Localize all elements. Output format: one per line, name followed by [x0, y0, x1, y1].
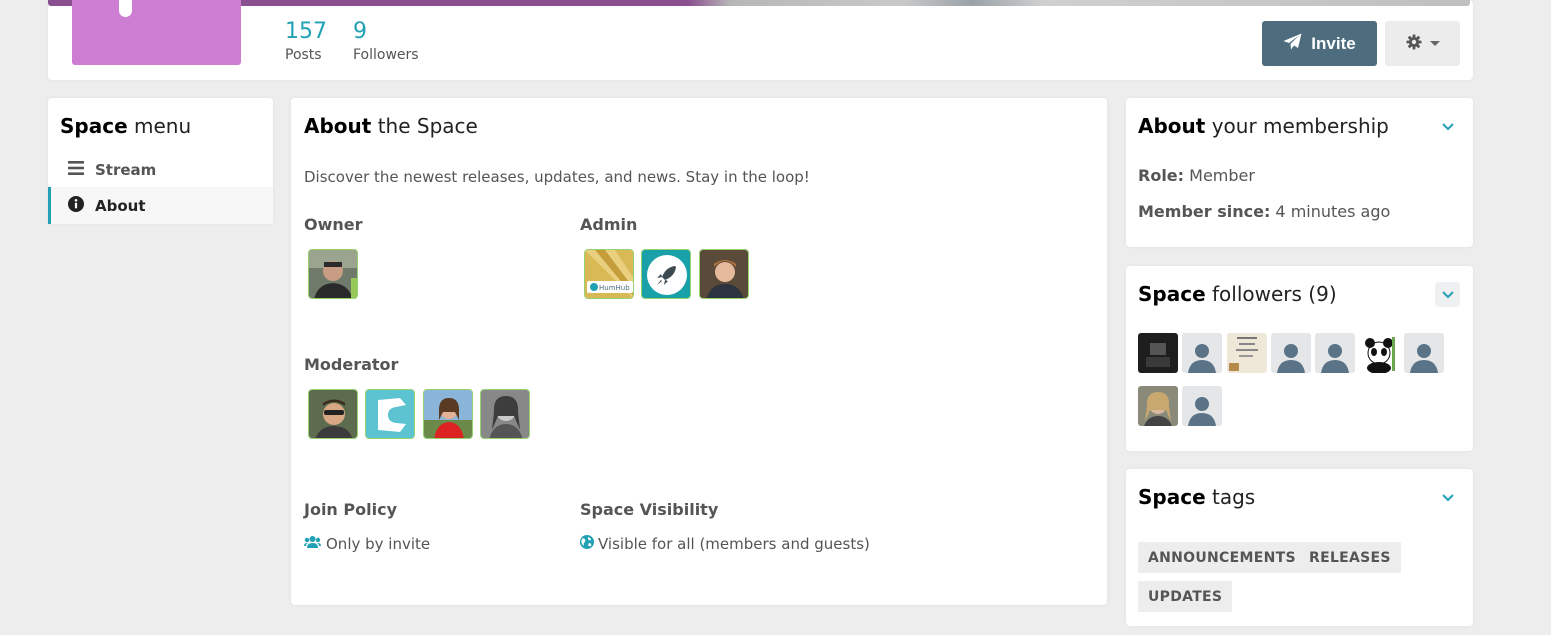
humhub-logo-text: HumHub	[599, 284, 630, 292]
tag-releases[interactable]: RELEASES	[1299, 542, 1401, 573]
space-menu-panel: Space menu Stream About	[48, 98, 273, 224]
owner-label: Owner	[304, 215, 363, 234]
menu-item-about[interactable]: About	[48, 187, 273, 224]
invite-label: Invite	[1311, 33, 1356, 53]
follower-avatar[interactable]	[1227, 333, 1267, 373]
globe-icon	[580, 535, 594, 553]
moderator-avatar-3[interactable]	[423, 389, 473, 439]
chevron-down-icon	[1441, 493, 1454, 501]
membership-role: Role: Member	[1138, 166, 1255, 185]
space-header: 157 Posts 9 Followers Invite	[48, 0, 1473, 80]
followers-panel: Space followers (9)	[1126, 266, 1473, 451]
follower-avatar[interactable]	[1359, 333, 1399, 373]
posts-count: 157	[285, 19, 327, 44]
follower-avatar[interactable]	[1404, 333, 1444, 373]
membership-panel: About your membership Role: Member Membe…	[1126, 98, 1473, 247]
owner-avatar[interactable]	[308, 249, 358, 299]
membership-title: About your membership	[1138, 114, 1389, 138]
posts-label: Posts	[285, 47, 322, 63]
space-image-initial	[119, 0, 132, 17]
about-space-panel: About the Space Discover the newest rele…	[291, 98, 1107, 605]
follower-avatar[interactable]	[1138, 386, 1178, 426]
follower-avatar[interactable]	[1182, 333, 1222, 373]
visibility-label: Space Visibility	[580, 500, 719, 519]
moderator-avatar-2[interactable]	[365, 389, 415, 439]
visibility-text: Visible for all (members and guests)	[598, 535, 870, 553]
chevron-down-icon	[1441, 290, 1454, 298]
followers-count: 9	[353, 19, 367, 44]
about-space-title: About the Space	[304, 114, 478, 138]
info-circle-icon	[68, 195, 84, 216]
space-image[interactable]	[72, 0, 241, 65]
admin-avatar-humhub[interactable]: HumHub	[584, 249, 634, 299]
tags-panel: Space tags ANNOUNCEMENTS RELEASES UPDATE…	[1126, 469, 1473, 626]
admin-label: Admin	[580, 215, 638, 234]
users-icon	[304, 535, 321, 553]
followers-stat[interactable]: 9 Followers	[353, 18, 419, 63]
tags-title: Space tags	[1138, 485, 1256, 509]
caret-down-icon	[1429, 41, 1440, 46]
collapse-followers-button[interactable]	[1435, 282, 1460, 307]
tag-updates[interactable]: UPDATES	[1138, 581, 1233, 612]
followers-title: Space followers (9)	[1138, 282, 1337, 306]
invite-button[interactable]: Invite	[1262, 21, 1377, 66]
follower-avatar[interactable]	[1138, 333, 1178, 373]
space-settings-dropdown[interactable]	[1385, 21, 1460, 66]
collapse-tags-button[interactable]	[1435, 485, 1460, 510]
space-banner	[48, 0, 1470, 6]
admin-avatar-rocket[interactable]	[641, 249, 691, 299]
join-policy-text: Only by invite	[326, 535, 431, 553]
collapse-membership-button[interactable]	[1435, 114, 1460, 139]
followers-label: Followers	[353, 47, 419, 63]
follower-avatar[interactable]	[1182, 386, 1222, 426]
moderator-label: Moderator	[304, 355, 399, 374]
menu-item-label: About	[95, 196, 146, 215]
visibility-value: Visible for all (members and guests)	[580, 535, 870, 553]
bars-icon	[68, 160, 84, 179]
paper-plane-icon	[1283, 33, 1302, 55]
moderator-avatar-1[interactable]	[308, 389, 358, 439]
menu-item-stream[interactable]: Stream	[48, 151, 273, 188]
follower-avatar[interactable]	[1315, 333, 1355, 373]
menu-item-label: Stream	[95, 160, 157, 179]
chevron-down-icon	[1441, 122, 1454, 130]
tag-announcements[interactable]: ANNOUNCEMENTS	[1138, 542, 1306, 573]
follower-avatar[interactable]	[1271, 333, 1311, 373]
join-policy-label: Join Policy	[304, 500, 397, 519]
space-menu-title: Space menu	[60, 114, 192, 138]
space-description: Discover the newest releases, updates, a…	[304, 168, 810, 186]
join-policy-value: Only by invite	[304, 535, 430, 553]
gear-icon	[1406, 34, 1422, 54]
admin-avatar-person[interactable]	[699, 249, 749, 299]
membership-since: Member since: 4 minutes ago	[1138, 202, 1391, 221]
posts-stat[interactable]: 157 Posts	[285, 18, 327, 63]
moderator-avatar-4[interactable]	[480, 389, 530, 439]
